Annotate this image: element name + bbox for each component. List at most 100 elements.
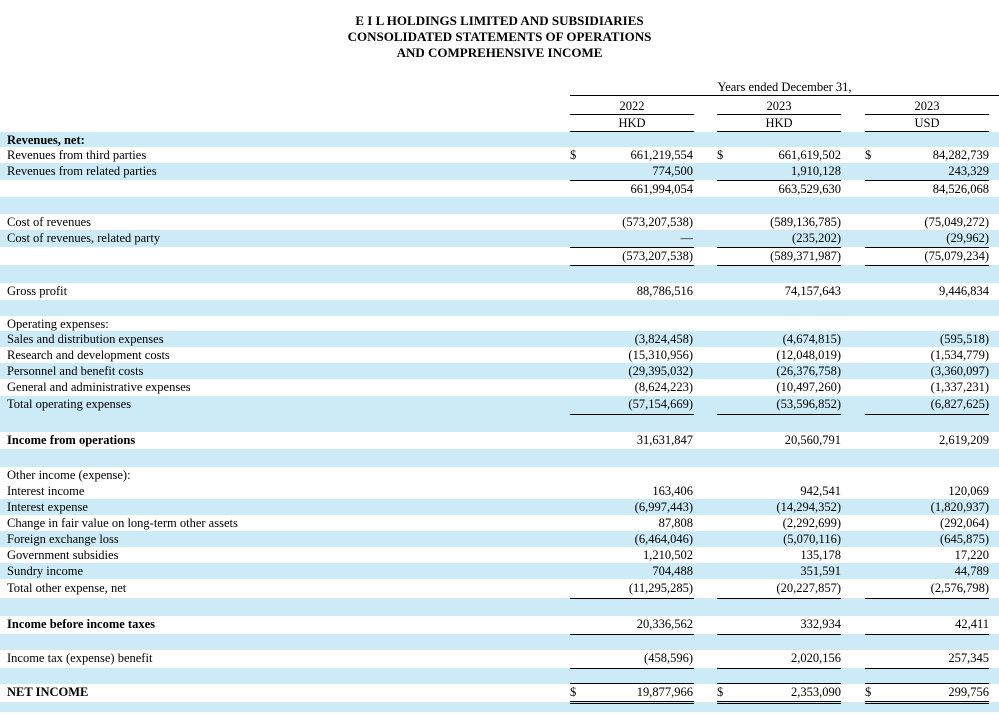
subtotal-rule bbox=[717, 265, 841, 266]
spacer-band bbox=[0, 702, 999, 712]
row-value-col3: 120,069 bbox=[948, 484, 989, 498]
total-double-rule bbox=[717, 701, 841, 704]
statement-title-line3: AND COMPREHENSIVE INCOME bbox=[396, 45, 603, 60]
row-value-col3: (6,827,625) bbox=[930, 397, 989, 411]
year-underline-1 bbox=[570, 114, 694, 115]
period-header: Years ended December 31, bbox=[717, 80, 852, 94]
dollar-sign: $ bbox=[717, 148, 724, 162]
row-value-col2: 942,541 bbox=[800, 484, 841, 498]
table-row: Change in fair value on long-term other … bbox=[0, 515, 999, 531]
row-value-col2: 2,020,156 bbox=[791, 651, 841, 665]
row-label: Foreign exchange loss bbox=[7, 532, 119, 546]
table-row: Interest income 163,406 942,541 120,069 bbox=[0, 483, 999, 499]
row-value-col1: (458,596) bbox=[644, 651, 693, 665]
currency-header-1: HKD bbox=[618, 116, 646, 130]
dollar-sign: $ bbox=[570, 148, 577, 162]
subtotal-rule bbox=[865, 265, 989, 266]
row-value-col1: 163,406 bbox=[652, 484, 693, 498]
subtotal-rule-top bbox=[865, 683, 989, 684]
table-row: 661,994,054 663,529,630 84,526,068 bbox=[0, 181, 999, 197]
row-value-col2: 351,591 bbox=[800, 564, 841, 578]
row-value-col3: (1,820,937) bbox=[930, 500, 989, 514]
row-value-col1: 661,994,054 bbox=[630, 182, 694, 196]
row-label: General and administrative expenses bbox=[7, 380, 191, 394]
row-value-col1: (6,464,046) bbox=[634, 532, 693, 546]
row-label: Income from operations bbox=[7, 433, 136, 447]
subtotal-rule bbox=[717, 634, 841, 635]
row-value-col1: 19,877,966 bbox=[636, 685, 693, 699]
row-value-col3: (29,962) bbox=[946, 231, 989, 245]
table-row: Other income (expense): bbox=[0, 467, 999, 483]
row-value-col3: (595,518) bbox=[940, 332, 989, 346]
row-value-col3: 42,411 bbox=[955, 617, 989, 631]
row-label: Research and development costs bbox=[7, 348, 170, 362]
row-label: Government subsidies bbox=[7, 548, 119, 562]
subtotal-rule bbox=[865, 634, 989, 635]
row-value-col3: (3,360,097) bbox=[930, 364, 989, 378]
year-header-3: 2023 bbox=[914, 99, 940, 113]
row-label: Sundry income bbox=[7, 564, 84, 578]
table-row: Total operating expenses (57,154,669) (53,… bbox=[0, 396, 999, 415]
row-value-col2: 135,178 bbox=[800, 548, 841, 562]
subtotal-rule-top bbox=[717, 683, 841, 684]
subtotal-rule-top bbox=[570, 247, 694, 248]
subtotal-rule bbox=[570, 414, 694, 415]
row-value-col3: 17,220 bbox=[954, 548, 989, 562]
table-row: Revenues, net: bbox=[0, 132, 999, 147]
currency-header-3: USD bbox=[914, 116, 940, 130]
row-value-col1: 661,219,554 bbox=[630, 148, 694, 162]
statement-title-line2: CONSOLIDATED STATEMENTS OF OPERATIONS bbox=[347, 29, 652, 44]
table-row: Income tax (expense) benefit (458,596) 2,0… bbox=[0, 650, 999, 669]
row-value-col2: 2,353,090 bbox=[791, 685, 841, 699]
row-value-col2: 663,529,630 bbox=[778, 182, 842, 196]
table-row: General and administrative expenses (8,62… bbox=[0, 379, 999, 395]
row-label: NET INCOME bbox=[7, 685, 89, 699]
statement-title-line1: E I L HOLDINGS LIMITED AND SUBSIDIARIES bbox=[355, 13, 644, 28]
total-double-rule bbox=[570, 701, 694, 704]
row-value-col2: 661,619,502 bbox=[778, 148, 842, 162]
table-row: Gross profit 88,786,516 74,157,643 9,446,83… bbox=[0, 283, 999, 300]
row-value-col3: (1,337,231) bbox=[930, 380, 989, 394]
row-value-col3: (292,064) bbox=[940, 516, 989, 530]
row-value-col1: (573,207,538) bbox=[622, 215, 693, 229]
row-label: Sales and distribution expenses bbox=[7, 332, 164, 346]
table-row: Cost of revenues, related party — (235,202… bbox=[0, 230, 999, 248]
table-row: Foreign exchange loss (6,464,046) (5,070,1… bbox=[0, 531, 999, 547]
row-label: Income tax (expense) benefit bbox=[7, 651, 153, 665]
row-label: Operating expenses: bbox=[7, 317, 109, 331]
row-value-col2: (20,227,857) bbox=[776, 581, 841, 595]
spacer-band bbox=[0, 265, 999, 283]
row-value-col2: (235,202) bbox=[792, 231, 841, 245]
spacer-band bbox=[0, 300, 999, 316]
row-label: Revenues from third parties bbox=[7, 148, 147, 162]
row-value-col3: 44,789 bbox=[954, 564, 989, 578]
table-row: Total other expense, net (11,295,285) (20,… bbox=[0, 580, 999, 599]
row-label: Gross profit bbox=[7, 284, 68, 298]
row-value-col3: 257,345 bbox=[948, 651, 989, 665]
row-value-col1: (6,997,443) bbox=[634, 500, 693, 514]
row-value-col2: (589,136,785) bbox=[770, 215, 841, 229]
row-value-col3: (2,576,798) bbox=[930, 581, 989, 595]
table-row: Revenues from third parties $661,219,554 $… bbox=[0, 147, 999, 163]
row-value-col1: (57,154,669) bbox=[628, 397, 693, 411]
row-label: Total operating expenses bbox=[7, 397, 132, 411]
table-row: Revenues from related parties 774,500 1,91… bbox=[0, 163, 999, 181]
row-label: Income before income taxes bbox=[7, 617, 155, 631]
row-label: Cost of revenues bbox=[7, 215, 92, 229]
dollar-sign: $ bbox=[717, 685, 724, 699]
row-label: Cost of revenues, related party bbox=[7, 231, 161, 245]
row-label: Change in fair value on long-term other … bbox=[7, 516, 238, 530]
year-underline-2 bbox=[717, 114, 841, 115]
table-row: Government subsidies 1,210,502 135,178 17,2… bbox=[0, 547, 999, 563]
row-value-col3: 299,756 bbox=[948, 685, 989, 699]
row-value-col1: 20,336,562 bbox=[636, 617, 693, 631]
row-value-col2: (10,497,260) bbox=[776, 380, 841, 394]
subtotal-rule bbox=[717, 414, 841, 415]
spacer-band bbox=[0, 668, 999, 684]
spacer-band bbox=[0, 449, 999, 467]
row-value-col2: (12,048,019) bbox=[776, 348, 841, 362]
row-value-col2: 1,910,128 bbox=[791, 164, 841, 178]
row-value-col3: (75,049,272) bbox=[924, 215, 989, 229]
period-underline bbox=[570, 95, 999, 96]
subtotal-rule bbox=[865, 414, 989, 415]
